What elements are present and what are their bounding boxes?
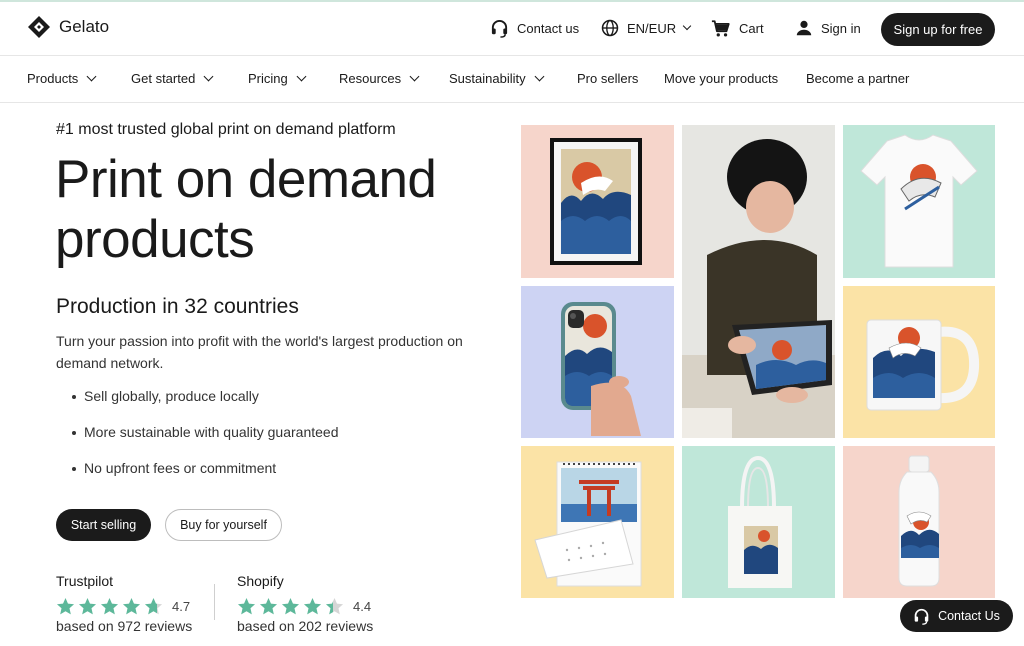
rating-score: 4.4 [353,599,372,614]
contact-us-link[interactable]: Contact us [490,19,579,38]
buy-for-yourself-button[interactable]: Buy for yourself [165,509,282,541]
nav-item-pricing[interactable]: Pricing [248,71,307,86]
sign-in-link[interactable]: Sign in [795,19,861,37]
product-tile-calendar[interactable] [521,446,674,598]
main-nav: Products Get started Pricing Resources S… [0,57,1024,103]
phone-case-icon [561,302,641,436]
divider [214,584,215,620]
sign-in-label: Sign in [821,20,861,36]
wall-calendar-icon [534,461,642,587]
contact-us-label: Contact us [517,21,580,36]
globe-icon [601,19,619,37]
product-tile-phone-case[interactable] [521,286,674,438]
bullet-icon [72,467,76,471]
product-tile-designer-photo[interactable] [682,125,835,438]
nav-item-move-your-products[interactable]: Move your products [664,71,778,86]
star-icon [281,597,300,615]
star-icon [237,597,256,615]
list-item: Sell globally, produce locally [72,388,339,424]
nav-item-pro-sellers[interactable]: Pro sellers [577,71,638,86]
nav-item-label: Become a partner [806,71,910,86]
chevron-down-icon [203,71,214,82]
nav-item-label: Resources [339,71,402,86]
list-item: More sustainable with quality guaranteed [72,424,339,460]
headset-icon [914,608,929,625]
chevron-down-icon [534,71,545,82]
rating-source: Trustpilot [56,573,114,589]
framed-poster-icon [550,138,642,265]
start-selling-button[interactable]: Start selling [56,509,151,541]
star-icon [303,597,322,615]
cart-link[interactable]: Cart [711,19,764,38]
water-bottle-icon [898,455,940,587]
page-title: Print on demand products [55,150,437,269]
headset-icon [491,19,508,38]
star-rating: 4.4 [237,597,373,616]
contact-us-floating-label: Contact Us [938,609,1000,623]
product-tile-poster[interactable] [521,125,674,278]
user-icon [796,20,812,36]
nav-item-sustainability[interactable]: Sustainability [449,71,545,86]
star-rating: 4.7 [56,597,192,616]
product-tile-t-shirt[interactable] [843,125,995,278]
product-tile-water-bottle[interactable] [843,446,995,598]
chevron-down-icon [86,71,97,82]
star-icon [144,597,163,615]
chevron-down-icon [682,21,692,31]
bullet-icon [72,431,76,435]
mug-icon [866,319,980,411]
chevron-down-icon [296,71,307,82]
logo-text: Gelato [59,17,110,36]
star-icon [325,597,344,615]
feature-list: Sell globally, produce locally More sust… [72,388,339,496]
stars-group [56,597,163,616]
list-item-text: More sustainable with quality guaranteed [84,424,339,440]
nav-item-resources[interactable]: Resources [339,71,420,86]
hero-description: Turn your passion into profit with the w… [56,333,463,371]
product-tile-tote-bag[interactable] [682,446,835,598]
nav-item-label: Sustainability [449,71,526,86]
nav-item-label: Products [27,71,79,86]
cart-icon [711,20,730,37]
nav-item-label: Move your products [664,71,779,86]
gelato-logo-icon [28,16,50,38]
rating-source: Shopify [237,573,284,589]
bullet-icon [72,395,76,399]
trustpilot-rating[interactable]: Trustpilot 4.7 based on 972 reviews [56,573,192,634]
hero-eyebrow: #1 most trusted global print on demand p… [56,121,396,138]
site-header: Gelato Contact us EN/EUR Cart Sign in Si… [0,2,1024,56]
nav-item-label: Pro sellers [577,71,639,86]
star-icon [122,597,141,615]
hero-subhead: Production in 32 countries [56,295,299,318]
tote-bag-icon [728,455,792,588]
rating-score: 4.7 [172,599,191,614]
star-icon [78,597,97,615]
sign-up-button[interactable]: Sign up for free [881,13,995,46]
t-shirt-icon [860,134,978,268]
language-currency-selector[interactable]: EN/EUR [601,19,692,37]
nav-item-products[interactable]: Products [27,71,97,86]
nav-item-become-a-partner[interactable]: Become a partner [806,71,909,86]
stars-group [237,597,344,616]
star-icon [259,597,278,615]
review-count: based on 202 reviews [237,618,374,634]
list-item-text: Sell globally, produce locally [84,388,259,404]
shopify-rating[interactable]: Shopify 4.4 based on 202 reviews [237,573,373,634]
nav-item-label: Pricing [248,71,288,86]
list-item: No upfront fees or commitment [72,460,339,496]
product-tile-mug[interactable] [843,286,995,438]
nav-item-get-started[interactable]: Get started [131,71,214,86]
review-count: based on 972 reviews [56,618,193,634]
language-label: EN/EUR [627,20,677,36]
list-item-text: No upfront fees or commitment [84,460,277,476]
contact-us-floating-button[interactable]: Contact Us [900,600,1013,632]
chevron-down-icon [409,71,420,82]
cart-label: Cart [739,21,764,36]
logo[interactable]: Gelato [27,15,109,39]
designer-photo-icon [682,125,835,438]
star-icon [56,597,75,615]
nav-item-label: Get started [131,71,196,86]
star-icon [100,597,119,615]
